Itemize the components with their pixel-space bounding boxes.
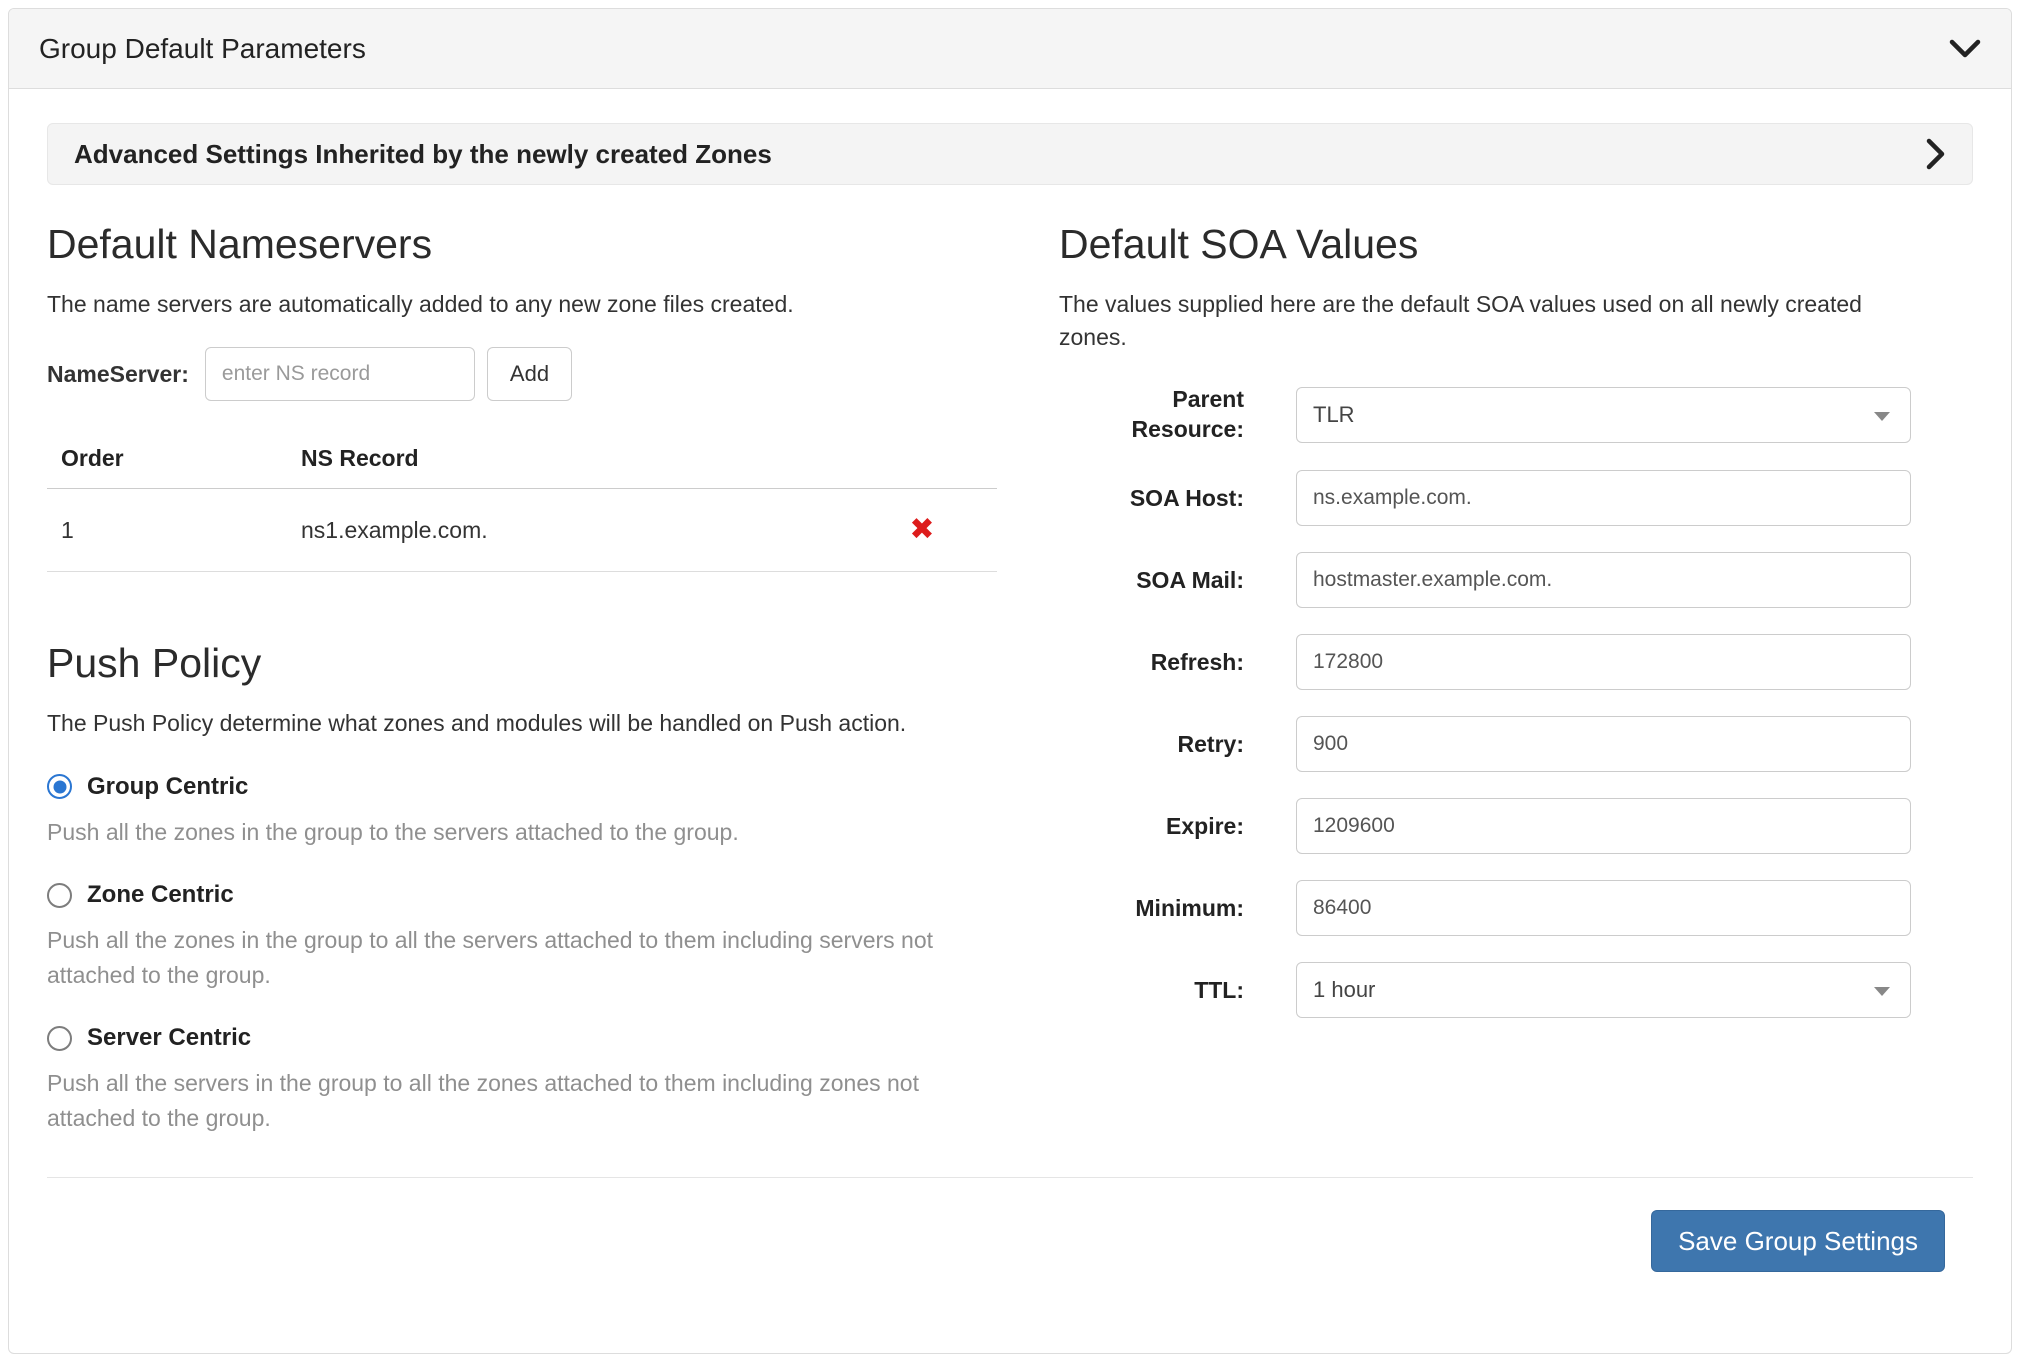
default-soa-values-title: Default SOA Values (1059, 221, 1911, 268)
group-default-parameters-panel: Group Default Parameters Advanced Settin… (8, 8, 2012, 1354)
expire-label: Expire: (1059, 812, 1244, 842)
table-row: 1 ns1.example.com. ✖ (47, 489, 997, 572)
soa-form: Parent Resource: TLR SOA Host: (1059, 385, 1911, 1019)
soa-mail-label: SOA Mail: (1059, 566, 1244, 596)
retry-input[interactable] (1296, 716, 1911, 772)
ttl-select[interactable]: 1 hour (1296, 962, 1911, 1018)
save-group-settings-button[interactable]: Save Group Settings (1651, 1210, 1945, 1272)
zone-centric-description: Push all the zones in the group to all t… (47, 923, 997, 992)
nameserver-input[interactable] (205, 347, 475, 401)
radio-button-icon[interactable] (47, 1026, 72, 1051)
default-nameservers-description: The name servers are automatically added… (47, 288, 997, 321)
dropdown-caret-icon (1874, 412, 1890, 421)
chevron-right-icon[interactable] (1926, 138, 1946, 170)
default-soa-values-section: Default SOA Values The values supplied h… (997, 221, 1973, 1135)
nameserver-label: NameServer: (47, 361, 189, 388)
radio-server-centric[interactable]: Server Centric (47, 1024, 997, 1052)
parent-resource-value: TLR (1313, 402, 1355, 428)
push-policy-description: The Push Policy determine what zones and… (47, 707, 997, 740)
advanced-settings-title: Advanced Settings Inherited by the newly… (74, 139, 772, 170)
parent-resource-select[interactable]: TLR (1296, 387, 1911, 443)
refresh-input[interactable] (1296, 634, 1911, 690)
radio-server-centric-label[interactable]: Server Centric (87, 1024, 251, 1052)
push-policy-title: Push Policy (47, 640, 997, 687)
chevron-down-icon[interactable] (1949, 39, 1981, 59)
nameserver-table: Order NS Record 1 ns1.example.com. ✖ (47, 435, 997, 572)
radio-group-centric-label[interactable]: Group Centric (87, 773, 248, 801)
refresh-label: Refresh: (1059, 648, 1244, 678)
ttl-label: TTL: (1059, 976, 1244, 1006)
add-nameserver-button[interactable]: Add (487, 347, 572, 401)
panel-header-collapse-toggle[interactable]: Group Default Parameters (9, 9, 2011, 89)
delete-nameserver-icon[interactable]: ✖ (909, 515, 934, 545)
minimum-label: Minimum: (1059, 894, 1244, 924)
default-nameservers-section: Default Nameservers The name servers are… (47, 221, 997, 1135)
radio-zone-centric-label[interactable]: Zone Centric (87, 881, 234, 909)
expire-input[interactable] (1296, 798, 1911, 854)
ttl-value: 1 hour (1313, 977, 1375, 1003)
group-centric-description: Push all the zones in the group to the s… (47, 815, 997, 850)
ns-order-value: 1 (47, 489, 287, 572)
default-soa-values-description: The values supplied here are the default… (1059, 288, 1911, 355)
soa-mail-input[interactable] (1296, 552, 1911, 608)
radio-button-icon[interactable] (47, 883, 72, 908)
parent-resource-label: Parent Resource: (1059, 385, 1244, 445)
minimum-input[interactable] (1296, 880, 1911, 936)
table-header-ns-record: NS Record (287, 435, 847, 489)
radio-button-icon[interactable] (47, 774, 72, 799)
ns-record-value: ns1.example.com. (287, 489, 847, 572)
panel-body: Advanced Settings Inherited by the newly… (9, 89, 2011, 1292)
default-nameservers-title: Default Nameservers (47, 221, 997, 268)
dropdown-caret-icon (1874, 987, 1890, 996)
radio-zone-centric[interactable]: Zone Centric (47, 881, 997, 909)
soa-host-input[interactable] (1296, 470, 1911, 526)
soa-host-label: SOA Host: (1059, 484, 1244, 514)
panel-title: Group Default Parameters (39, 33, 366, 65)
advanced-settings-expander[interactable]: Advanced Settings Inherited by the newly… (47, 123, 1973, 185)
table-header-order: Order (47, 435, 287, 489)
server-centric-description: Push all the servers in the group to all… (47, 1066, 997, 1135)
retry-label: Retry: (1059, 730, 1244, 760)
radio-group-centric[interactable]: Group Centric (47, 773, 997, 801)
